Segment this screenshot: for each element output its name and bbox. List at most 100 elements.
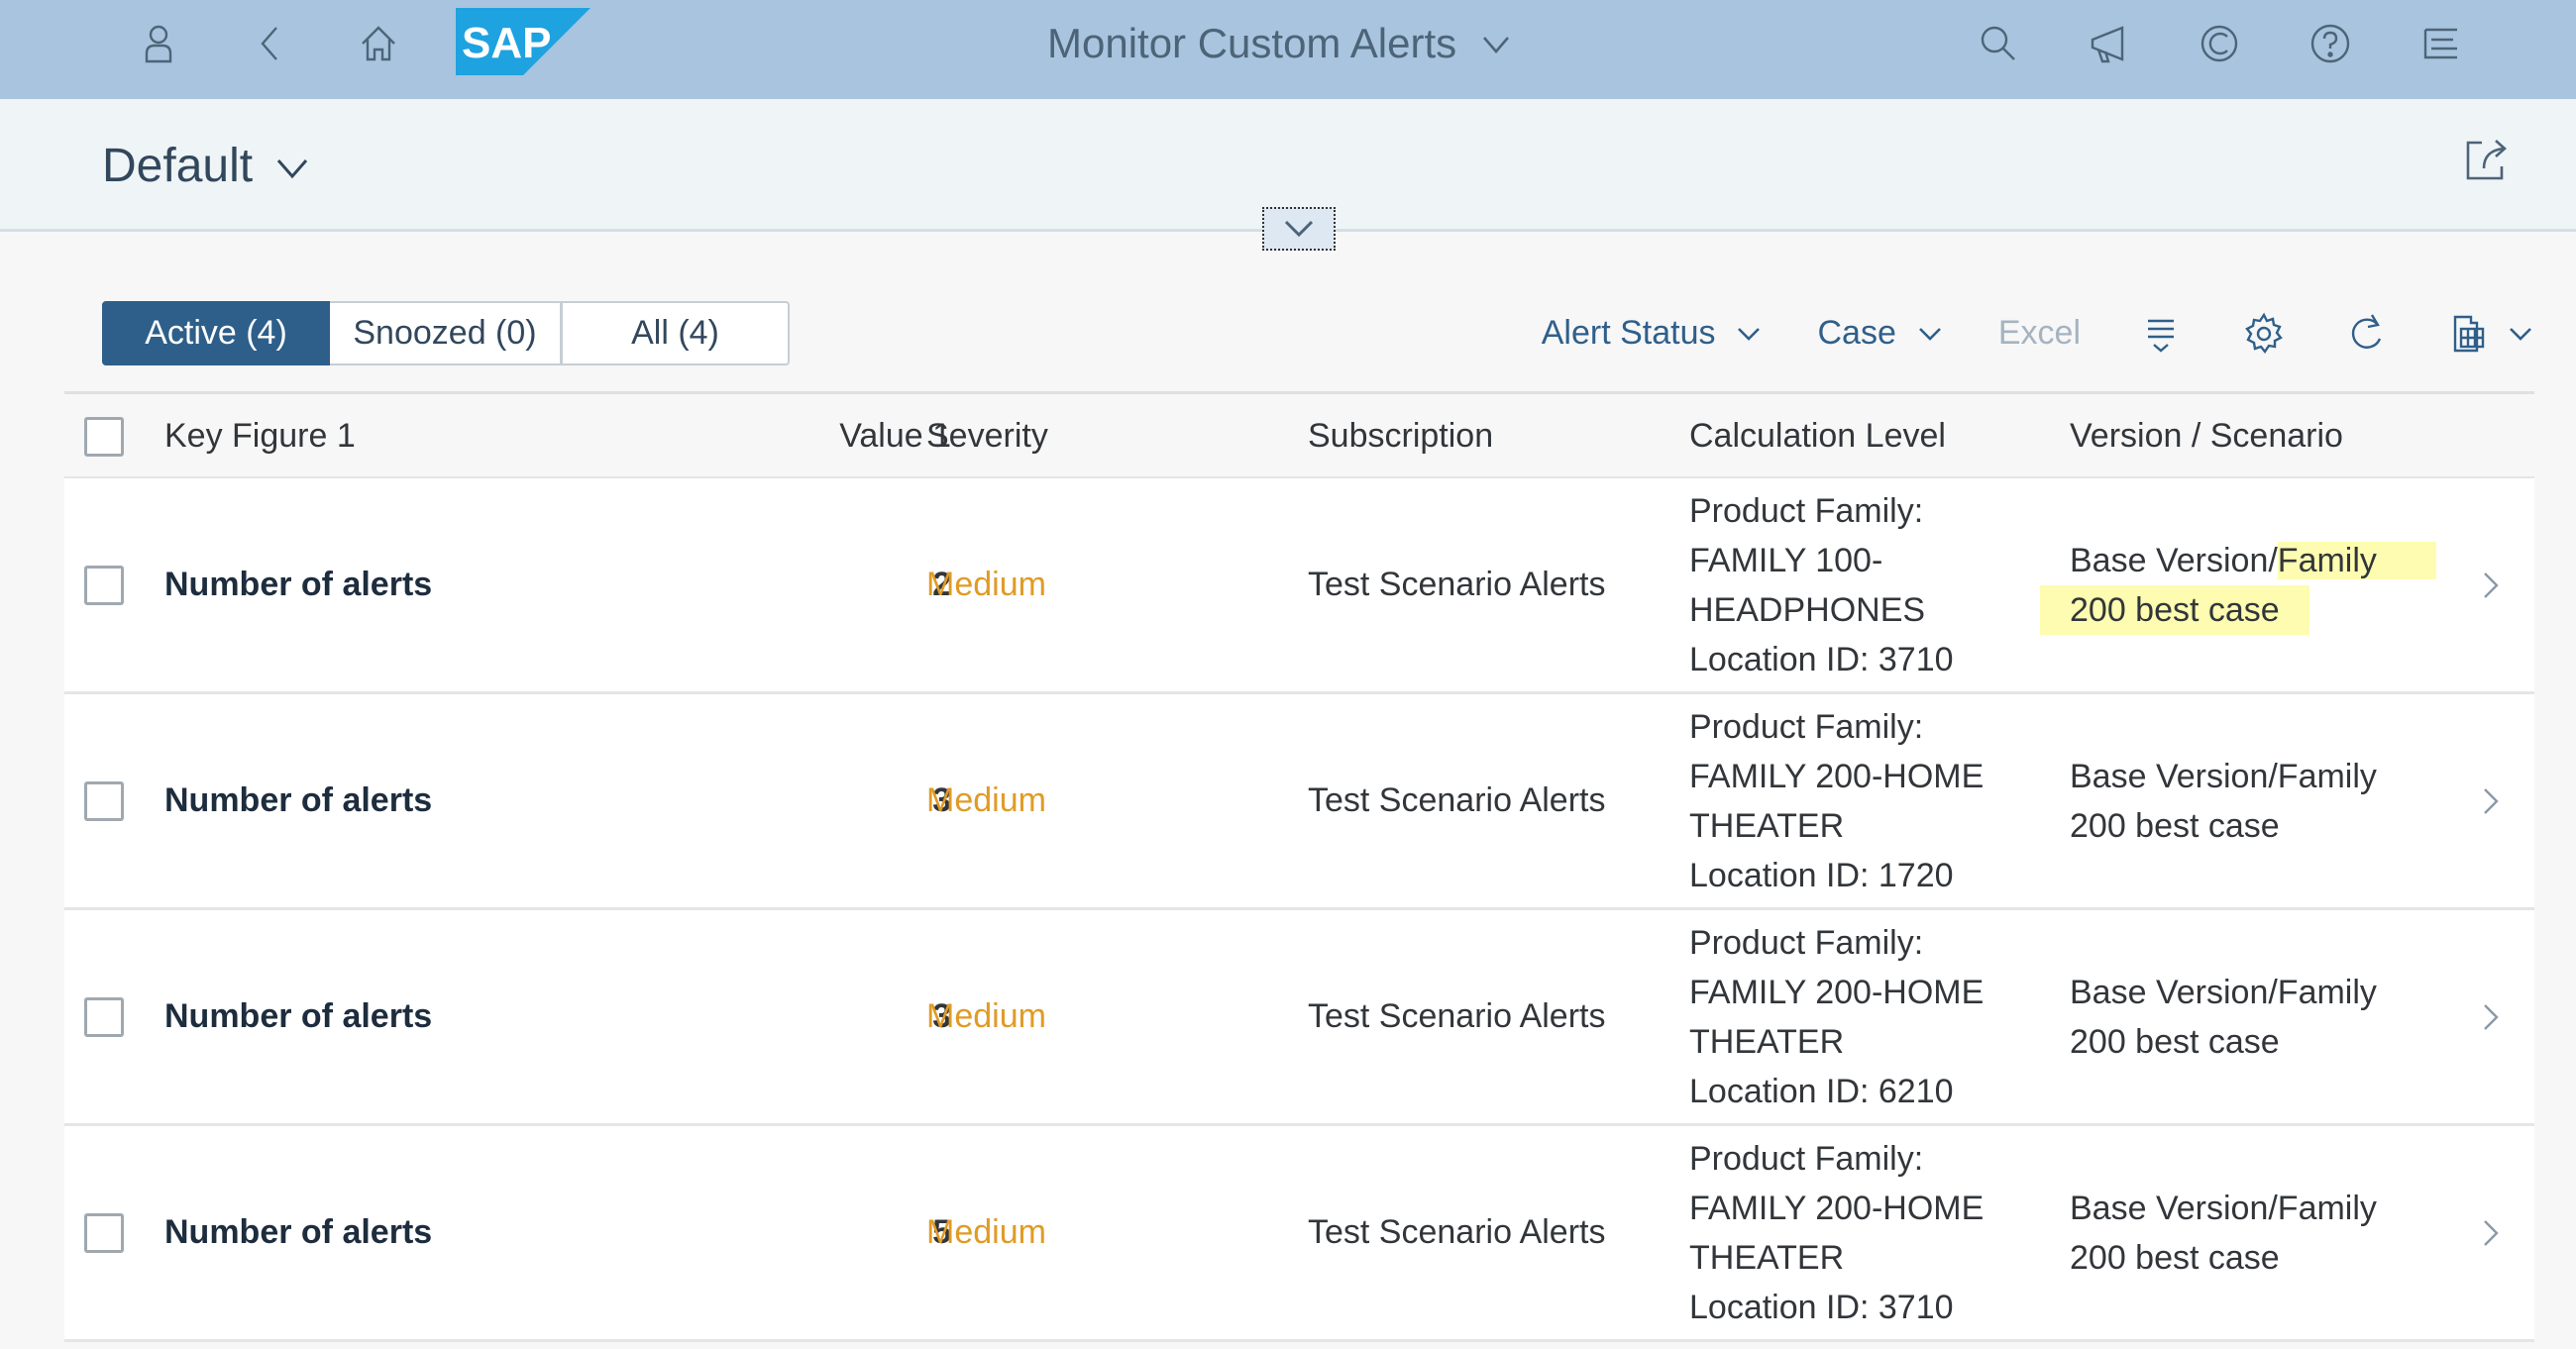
back-icon[interactable] (241, 14, 300, 73)
row-checkbox[interactable] (84, 781, 124, 821)
chevron-down-icon (1738, 327, 1761, 341)
subscription-cell: Test Scenario Alerts (1308, 566, 1606, 603)
version-scenario-cell: Base Version/Family 200 best case (2070, 1126, 2466, 1339)
shell-bar: SAP Monitor Custom Alerts (0, 0, 2576, 99)
version-text: Base Version/ (2070, 757, 2278, 795)
version-text: 200 best case (2070, 1022, 2280, 1061)
share-icon[interactable] (2462, 135, 2512, 184)
variant-label: Default (102, 140, 254, 192)
column-header-key-figure[interactable]: Key Figure 1 (164, 394, 356, 478)
column-header-calculation-level[interactable]: Calculation Level (1689, 394, 1946, 478)
calc-line: Product Family: (1689, 491, 1924, 530)
alert-status-label: Alert Status (1541, 314, 1716, 352)
user-icon[interactable] (129, 14, 188, 73)
svg-text:SAP: SAP (462, 19, 551, 67)
calculation-level-cell: Product Family: FAMILY 200-HOME THEATER … (1689, 694, 2046, 907)
chevron-down-icon (1483, 37, 1510, 53)
status-segmented-button: Active (4) Snoozed (0) All (4) (102, 301, 790, 365)
table-row[interactable]: Number of alerts 5 Medium Test Scenario … (64, 1126, 2534, 1342)
version-text: Base Version/ (2070, 541, 2278, 579)
home-icon[interactable] (349, 14, 408, 73)
table-toolbar: Active (4) Snoozed (0) All (4) Alert Sta… (62, 287, 2534, 391)
select-all-checkbox[interactable] (84, 417, 124, 457)
case-menu-button[interactable]: Case (1817, 314, 1943, 353)
column-header-severity[interactable]: Severity (926, 394, 1048, 478)
key-figure-cell: Number of alerts (164, 997, 433, 1035)
row-checkbox[interactable] (84, 566, 124, 605)
calc-line: FAMILY 100- (1689, 541, 1883, 579)
help-icon[interactable] (2301, 14, 2360, 73)
table-row[interactable]: Number of alerts 3 Medium Test Scenario … (64, 910, 2534, 1126)
table-row[interactable]: Number of alerts 2 Medium Test Scenario … (64, 478, 2534, 694)
severity-cell: Medium (926, 566, 1046, 603)
row-navigation-icon[interactable] (2475, 566, 2505, 605)
tab-all[interactable]: All (4) (562, 301, 790, 365)
table-export-icon[interactable] (2447, 311, 2493, 357)
alert-status-menu-button[interactable]: Alert Status (1542, 314, 1764, 353)
collapse-header-button[interactable] (1262, 207, 1336, 251)
version-text: Base Version/ (2070, 973, 2278, 1011)
calc-line: THEATER (1689, 806, 1845, 845)
value-cell: 2 (932, 566, 951, 603)
row-navigation-icon[interactable] (2475, 997, 2505, 1037)
column-header-subscription[interactable]: Subscription (1308, 394, 1493, 478)
value-cell: 5 (932, 1213, 951, 1251)
calc-line: Location ID: 3710 (1689, 640, 1954, 678)
excel-button[interactable]: Excel (1998, 314, 2081, 353)
row-checkbox[interactable] (84, 1213, 124, 1253)
table-export-menu-button[interactable] (2507, 323, 2534, 345)
highlighted-text: 200 best case (2040, 584, 2309, 635)
calc-line: FAMILY 200-HOME (1689, 973, 1985, 1011)
table-row[interactable]: Number of alerts 3 Medium Test Scenario … (64, 694, 2534, 910)
app-title-menu[interactable]: Monitor Custom Alerts (1047, 14, 1514, 73)
tab-active[interactable]: Active (4) (102, 301, 330, 365)
version-text: Family (2277, 757, 2377, 795)
column-header-version-scenario[interactable]: Version / Scenario (2070, 394, 2343, 478)
calculation-level-cell: Product Family: FAMILY 100- HEADPHONES L… (1689, 478, 2046, 691)
severity-cell: Medium (926, 781, 1046, 819)
version-scenario-cell: Base Version/Family 200 best case (2040, 478, 2466, 691)
menu-icon[interactable] (2412, 14, 2471, 73)
subscription-cell: Test Scenario Alerts (1308, 1213, 1606, 1251)
sort-filter-icon[interactable] (2138, 311, 2184, 357)
calculation-level-cell: Product Family: FAMILY 200-HOME THEATER … (1689, 910, 2046, 1123)
calc-line: Location ID: 1720 (1689, 856, 1954, 894)
calc-line: Location ID: 3710 (1689, 1288, 1954, 1326)
value-cell: 3 (932, 997, 951, 1035)
refresh-icon[interactable] (2344, 311, 2390, 357)
severity-cell: Medium (926, 997, 1046, 1035)
calc-line: FAMILY 200-HOME (1689, 757, 1985, 795)
table-header: Key Figure 1 Value 1 Severity Subscripti… (64, 391, 2534, 478)
app-title: Monitor Custom Alerts (1047, 20, 1457, 66)
sap-logo[interactable]: SAP (456, 8, 590, 75)
chevron-down-icon (276, 158, 308, 178)
calculation-level-cell: Product Family: FAMILY 200-HOME THEATER … (1689, 1126, 2046, 1339)
settings-gear-icon[interactable] (2241, 311, 2287, 357)
highlighted-text: Family (2277, 541, 2436, 579)
version-text: 200 best case (2070, 1238, 2280, 1277)
row-checkbox[interactable] (84, 997, 124, 1037)
key-figure-cell: Number of alerts (164, 781, 433, 819)
calc-line: Product Family: (1689, 923, 1924, 962)
notifications-megaphone-icon[interactable] (2079, 14, 2138, 73)
row-navigation-icon[interactable] (2475, 1213, 2505, 1253)
key-figure-cell: Number of alerts (164, 566, 433, 603)
chevron-down-icon (1918, 327, 1941, 341)
calc-line: FAMILY 200-HOME (1689, 1189, 1985, 1227)
search-icon[interactable] (1969, 14, 2028, 73)
chevron-down-icon (1284, 220, 1314, 238)
version-text: Family (2277, 973, 2377, 1011)
column-header-value[interactable]: Value 1 (679, 394, 951, 478)
value-cell: 3 (932, 781, 951, 819)
key-figure-cell: Number of alerts (164, 1213, 433, 1251)
calc-line: THEATER (1689, 1022, 1845, 1061)
version-scenario-cell: Base Version/Family 200 best case (2070, 694, 2466, 907)
variant-selector[interactable]: Default (102, 139, 312, 193)
version-scenario-cell: Base Version/Family 200 best case (2070, 910, 2466, 1123)
row-navigation-icon[interactable] (2475, 781, 2505, 821)
subscription-cell: Test Scenario Alerts (1308, 781, 1606, 819)
copilot-icon[interactable] (2190, 14, 2249, 73)
calc-line: Product Family: (1689, 707, 1924, 746)
calc-line: Product Family: (1689, 1139, 1924, 1178)
tab-snoozed[interactable]: Snoozed (0) (330, 301, 562, 365)
